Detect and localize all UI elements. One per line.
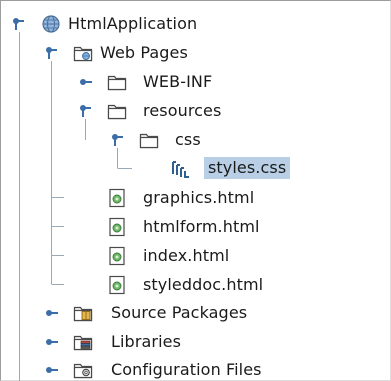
tree-node-label: graphics.html — [143, 188, 255, 207]
collapsed-toggle-icon[interactable] — [79, 75, 93, 89]
tree-node-graphics-html[interactable]: graphics.html — [0, 187, 391, 209]
tree-node-label: Libraries — [111, 332, 182, 351]
tree-node-source-packages[interactable]: Source Packages — [0, 302, 391, 324]
tree-node-htmlapplication[interactable]: HtmlApplication — [0, 13, 391, 35]
folder-icon — [107, 72, 127, 92]
tree-node-label: Web Pages — [100, 43, 188, 62]
tree-node-resources[interactable]: resources — [0, 100, 391, 122]
tree-node-web-inf[interactable]: WEB-INF — [0, 71, 391, 93]
globe-icon — [41, 14, 61, 34]
source-packages-icon — [73, 303, 93, 323]
tree-node-label: HtmlApplication — [68, 14, 198, 33]
libraries-icon — [73, 332, 93, 352]
tree-node-styles-css[interactable]: styles.css — [0, 157, 391, 179]
expanded-toggle-icon[interactable] — [79, 104, 93, 118]
tree-node-label: index.html — [143, 246, 230, 265]
tree-node-index-html[interactable]: index.html — [0, 245, 391, 267]
tree-node-label: Configuration Files — [111, 360, 262, 379]
tree-node-label: styles.css — [204, 157, 291, 179]
tree-node-label: WEB-INF — [143, 72, 213, 91]
html-file-icon — [107, 246, 127, 266]
collapsed-toggle-icon[interactable] — [45, 335, 59, 349]
tree-node-libraries[interactable]: Libraries — [0, 331, 391, 353]
tree-node-label: Source Packages — [111, 303, 248, 322]
tree-node-label: styleddoc.html — [143, 275, 264, 294]
html-file-icon — [107, 217, 127, 237]
html-file-icon — [107, 275, 127, 295]
tree-node-configuration-files[interactable]: Configuration Files — [0, 359, 391, 381]
tree-node-label: htmlform.html — [143, 217, 260, 236]
tree-node-label: resources — [143, 101, 222, 120]
tree-node-label: css — [175, 130, 201, 149]
configuration-files-icon — [73, 360, 93, 380]
tree-node-styleddoc-html[interactable]: styleddoc.html — [0, 274, 391, 296]
tree-node-web-pages[interactable]: Web Pages — [0, 42, 391, 64]
folder-icon — [139, 130, 159, 150]
html-file-icon — [107, 188, 127, 208]
collapsed-toggle-icon[interactable] — [45, 306, 59, 320]
tree-node-htmlform-html[interactable]: htmlform.html — [0, 216, 391, 238]
tree-node-css[interactable]: css — [0, 129, 391, 151]
web-folder-icon — [73, 43, 93, 63]
folder-icon — [107, 101, 127, 121]
expanded-toggle-icon[interactable] — [111, 133, 125, 147]
collapsed-toggle-icon[interactable] — [45, 363, 59, 377]
expanded-toggle-icon[interactable] — [12, 17, 26, 31]
css-file-icon — [171, 159, 191, 179]
expanded-toggle-icon[interactable] — [45, 46, 59, 60]
